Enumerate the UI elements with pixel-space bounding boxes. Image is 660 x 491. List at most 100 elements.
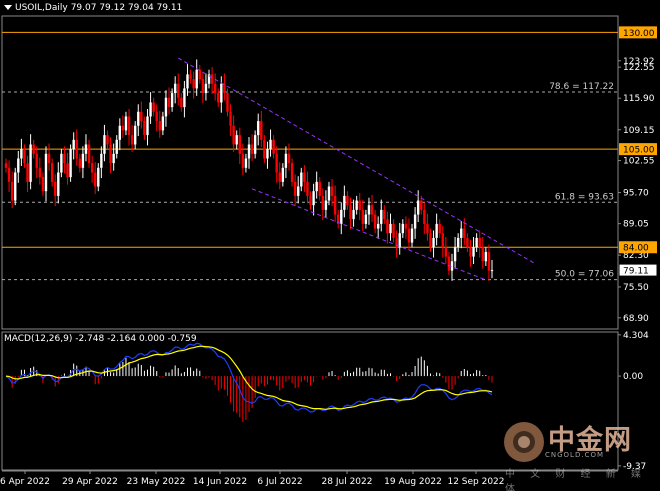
- candle-down: [7, 167, 11, 182]
- candle-up: [343, 195, 346, 210]
- price-tick-label: 115.90: [623, 94, 655, 104]
- price-label-box: 130.00: [619, 26, 657, 39]
- candle-up: [60, 153, 63, 173]
- price-tick-label: 68.90: [623, 314, 649, 324]
- candle-down: [66, 163, 69, 178]
- candle-down: [106, 135, 109, 145]
- candle-up: [97, 167, 100, 187]
- candle-down: [250, 144, 254, 154]
- candle-up: [435, 223, 438, 238]
- candle-down: [333, 195, 337, 215]
- chart-header: USOIL,Daily 79.07 79.12 79.04 79.11: [4, 3, 185, 13]
- candle-up: [380, 209, 383, 224]
- fib-level-label: 61.8 = 93.63: [555, 192, 614, 202]
- candle-down: [229, 111, 232, 126]
- candle-down: [121, 125, 125, 131]
- candle-down: [4, 163, 8, 168]
- candle-up: [112, 153, 115, 164]
- price-tick-label: 122.55: [623, 63, 655, 73]
- macd-tick-label: 4.304: [623, 331, 649, 341]
- candle-down: [75, 139, 78, 159]
- price-label-box: 105.00: [619, 143, 657, 156]
- candle-up: [312, 191, 315, 206]
- fib-level-label: 78.6 = 117.22: [549, 82, 614, 92]
- candle-up: [315, 181, 318, 192]
- candle-up: [456, 237, 460, 248]
- candle-down: [63, 153, 66, 164]
- candle-down: [306, 181, 309, 196]
- candle-up: [115, 139, 118, 154]
- candle-down: [290, 163, 294, 182]
- candle-down: [109, 144, 112, 164]
- time-tick-label: 12 Sep 2022: [447, 477, 504, 487]
- candle-up: [149, 102, 152, 117]
- candle-down: [238, 135, 241, 154]
- candle-up: [490, 270, 494, 272]
- candle-up: [195, 69, 198, 89]
- candle-down: [217, 93, 220, 103]
- fib-level-label: 50.0 = 77.06: [555, 270, 614, 280]
- candle-down: [383, 209, 386, 220]
- candle-down: [420, 200, 423, 210]
- price-label-text: 79.11: [623, 267, 649, 277]
- time-tick-label: 6 Apr 2022: [0, 477, 50, 487]
- candle-up: [253, 135, 257, 154]
- candle-up: [432, 237, 435, 248]
- candle-down: [260, 121, 263, 140]
- candle-down: [321, 195, 325, 210]
- candle-up: [453, 247, 457, 262]
- candle-down: [469, 247, 472, 257]
- candle-down: [358, 200, 361, 210]
- candle-down: [232, 125, 235, 145]
- candle-up: [266, 149, 269, 159]
- candle-down: [346, 195, 349, 206]
- candle-up: [235, 135, 238, 145]
- symbol-label: USOIL,Daily: [15, 3, 68, 13]
- time-tick-label: 28 Jul 2022: [322, 477, 373, 487]
- candle-down: [438, 223, 441, 234]
- watermark-tagline: 中 文 财 经 新 媒 体: [505, 469, 647, 491]
- candle-down: [47, 153, 51, 164]
- price-label-text: 84.00: [623, 244, 649, 254]
- candle-up: [416, 200, 420, 215]
- candle-down: [32, 144, 35, 154]
- candle-down: [241, 153, 245, 168]
- candle-up: [20, 149, 23, 159]
- candle-down: [87, 144, 91, 164]
- candle-down: [318, 181, 321, 196]
- candle-down: [192, 79, 195, 89]
- candle-up: [324, 200, 328, 210]
- candle-down: [272, 139, 275, 154]
- candle-up: [118, 125, 122, 140]
- candle-up: [244, 158, 248, 168]
- candle-down: [23, 149, 26, 164]
- candle-down: [198, 69, 201, 80]
- time-tick-label: 23 May 2022: [127, 477, 186, 487]
- collapse-triangle-icon[interactable]: [4, 5, 12, 10]
- candle-down: [478, 237, 481, 248]
- watermark-url: CNGOLD.COM: [545, 451, 605, 459]
- candle-down: [278, 172, 281, 182]
- candle-down: [407, 228, 411, 243]
- candle-down: [487, 251, 491, 271]
- candle-down: [90, 163, 94, 173]
- macd-tick-label: 0.00: [623, 372, 643, 382]
- price-tick-label: 95.70: [623, 189, 649, 199]
- candle-down: [130, 135, 134, 145]
- price-tick-label: 102.55: [623, 157, 655, 167]
- candle-down: [177, 83, 180, 98]
- candle-up: [100, 153, 103, 168]
- candle-down: [41, 177, 45, 192]
- candle-down: [223, 83, 226, 94]
- candle-down: [263, 139, 266, 159]
- candle-up: [137, 111, 140, 126]
- candle-up: [300, 172, 303, 187]
- candle-up: [69, 149, 72, 178]
- candle-up: [17, 158, 20, 173]
- candle-up: [281, 167, 285, 182]
- candle-up: [220, 83, 223, 103]
- candle-up: [367, 205, 371, 215]
- candle-down: [373, 214, 377, 229]
- time-tick-label: 6 Jul 2022: [257, 477, 302, 487]
- ohlc-values: 79.07 79.12 79.04 79.11: [70, 3, 183, 13]
